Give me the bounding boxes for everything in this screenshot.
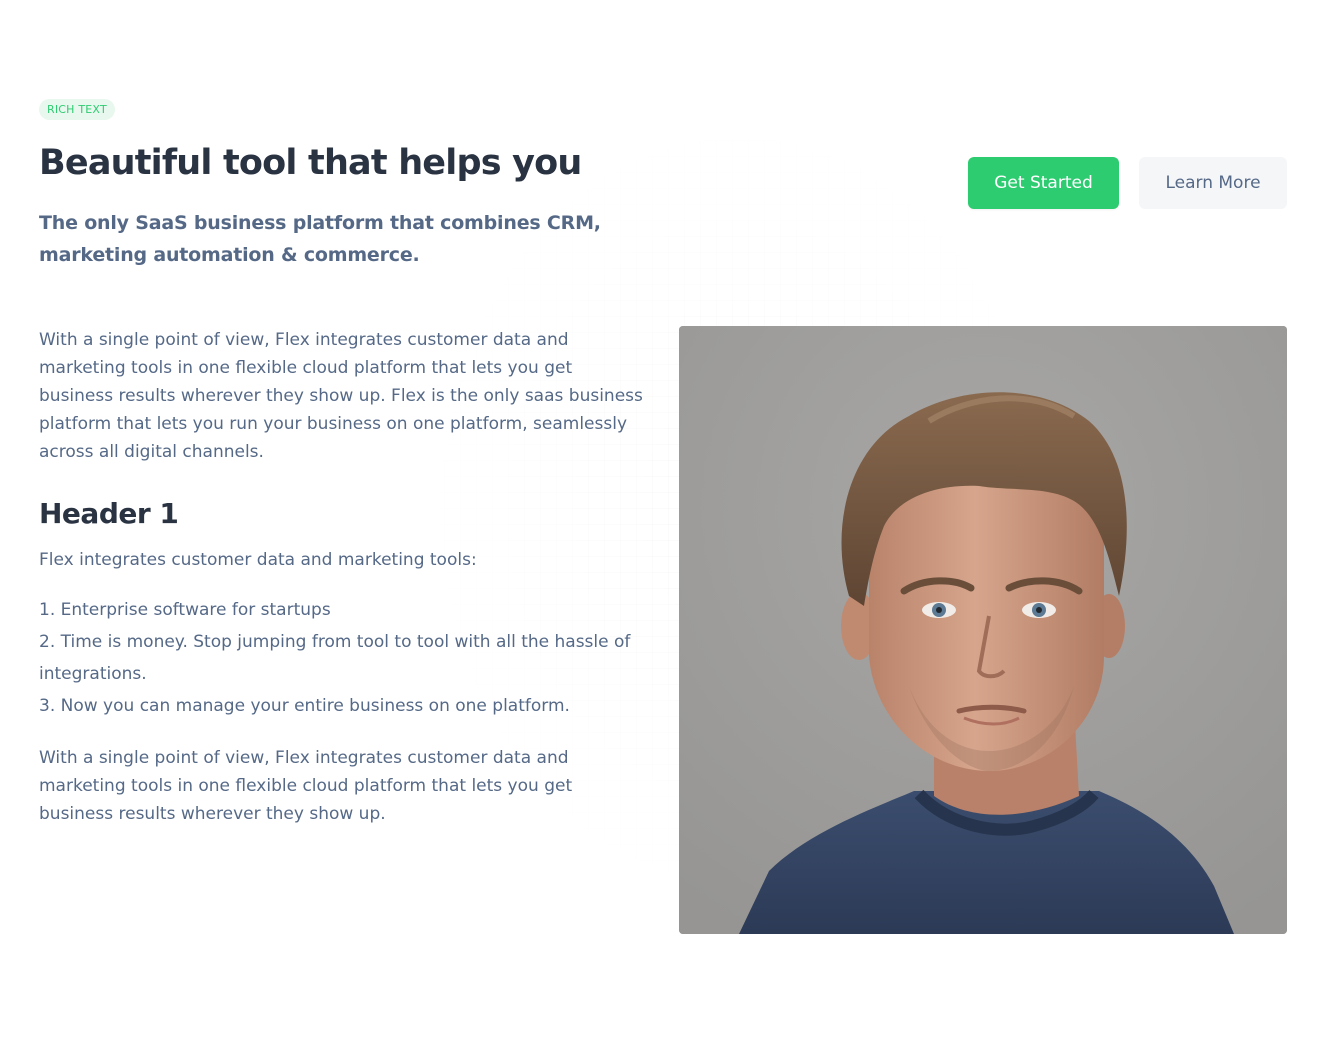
learn-more-button[interactable]: Learn More (1139, 157, 1287, 209)
list-intro-paragraph: Flex integrates customer data and market… (39, 550, 477, 570)
list-item: 1. Enterprise software for startups (39, 600, 331, 620)
intro-paragraph: With a single point of view, Flex integr… (39, 330, 643, 462)
closing-paragraph: With a single point of view, Flex integr… (39, 748, 573, 824)
list-item: 3. Now you can manage your entire busine… (39, 696, 570, 716)
list-item: 2. Time is money. Stop jumping from tool… (39, 632, 631, 684)
get-started-button[interactable]: Get Started (968, 157, 1119, 209)
page-title: Beautiful tool that helps you (39, 143, 582, 183)
numbered-list: 1. Enterprise software for startups 2. T… (39, 594, 649, 722)
section-badge: RICH TEXT (39, 99, 115, 120)
rich-text-content: With a single point of view, Flex integr… (39, 326, 649, 828)
page-subtitle: The only SaaS business platform that com… (39, 212, 601, 266)
portrait-photo (679, 326, 1287, 934)
content-heading: Header 1 (39, 497, 179, 530)
